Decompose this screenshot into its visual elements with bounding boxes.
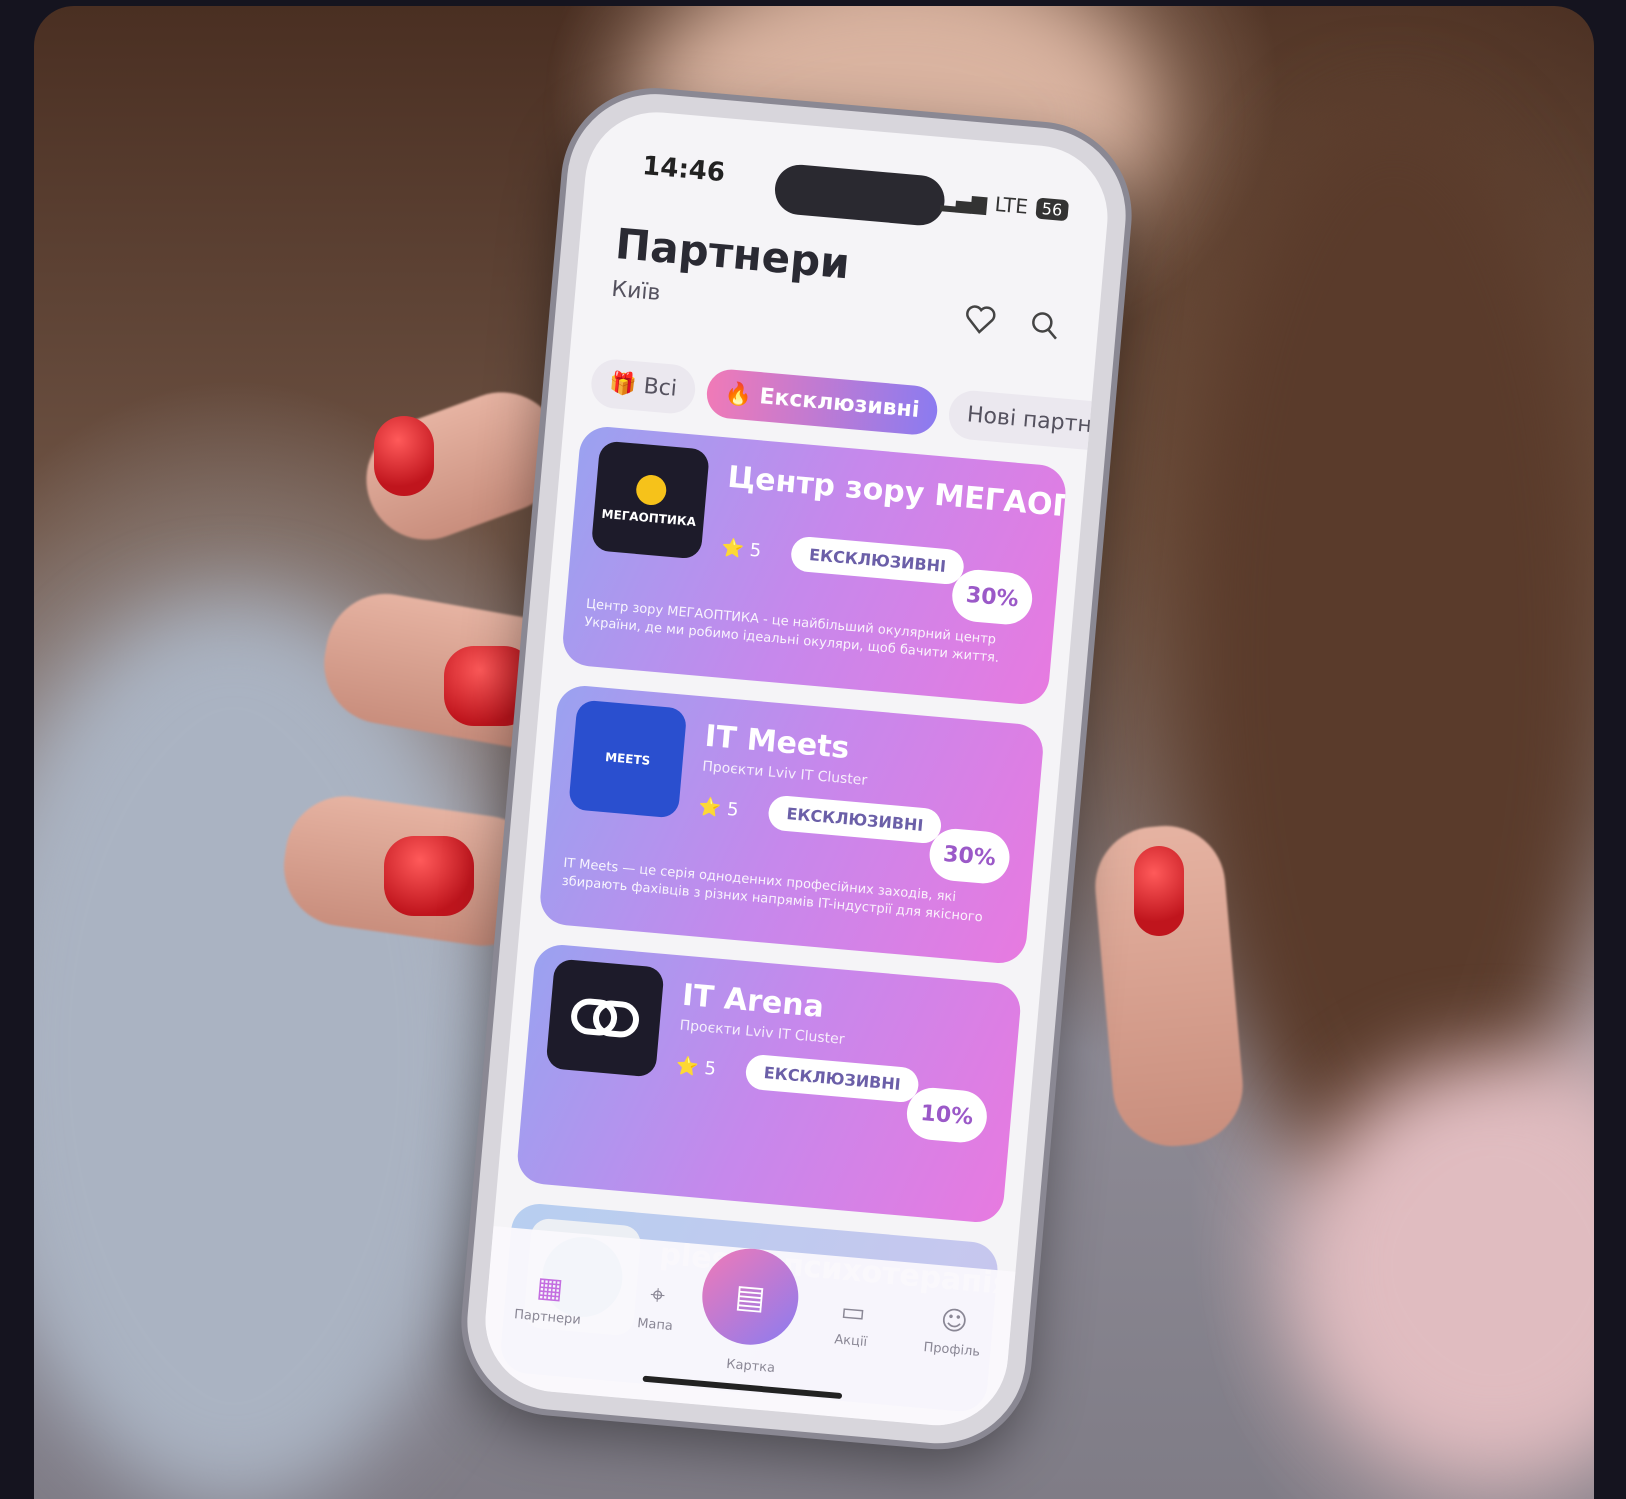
grid-icon: ▦ [535,1270,565,1306]
partner-logo: МЕГАОПТИКА [590,440,710,560]
city-selector[interactable]: Київ [610,277,661,306]
hair-blur [1184,106,1594,1206]
phone-screen: 14:46 ▂▄▆ LTE 56 Партнери Київ 🎁 Всі 🔥 Е… [479,106,1114,1432]
nav-offers[interactable]: ▭ Акції [834,1296,871,1350]
user-icon: ☺ [939,1305,970,1338]
partner-card[interactable]: MEETS IT Meets Проєкти Lviv IT Cluster ⭐… [538,683,1046,966]
partner-name: IT Meets [703,718,851,767]
page-title: Партнери [613,219,852,289]
nav-partners[interactable]: ▦ Партнери [514,1268,585,1328]
partner-name: Центр зору МЕГАОПТИ... [726,459,1068,533]
partner-logo: MEETS [568,699,688,819]
partner-card[interactable]: МЕГАОПТИКА Центр зору МЕГАОПТИ... ⭐ 5 ЕКС… [560,424,1068,707]
gift-icon: 🎁 [608,371,638,399]
ticket-icon: ▭ [839,1296,867,1329]
exclusive-badge: ЕКСКЛЮЗИВНІ [789,535,966,586]
star-icon: ⭐ [675,1055,700,1079]
chain-icon [571,998,639,1038]
exclusive-badge: ЕКСКЛЮЗИВНІ [744,1053,921,1104]
map-pin-icon: ⌖ [648,1280,667,1312]
photo-background: 14:46 ▂▄▆ LTE 56 Партнери Київ 🎁 Всі 🔥 Е… [34,6,1594,1499]
discount-badge: 30% [950,567,1035,627]
nav-map[interactable]: ⌖ Мапа [637,1279,677,1334]
star-icon: ⭐ [720,537,745,561]
battery-icon: 56 [1035,197,1070,221]
partner-name: IT Arena [680,977,826,1025]
phone: 14:46 ▂▄▆ LTE 56 Партнери Київ 🎁 Всі 🔥 Е… [305,74,1222,1499]
tab-all[interactable]: 🎁 Всі [589,357,697,416]
nav-profile[interactable]: ☺ Профіль [923,1304,984,1359]
partner-logo [545,958,665,1078]
discount-badge: 10% [904,1085,989,1145]
rating: ⭐ 5 [675,1055,717,1080]
star-icon: ⭐ [697,796,723,820]
network-label: LTE [993,191,1030,219]
status-time: 14:46 [641,151,727,189]
fire-icon: 🔥 [723,381,754,409]
rating: ⭐ 5 [697,796,740,821]
signal-icon: ▂▄▆ [939,187,988,216]
home-indicator [642,1375,843,1400]
phone-body: 14:46 ▂▄▆ LTE 56 Партнери Київ 🎁 Всі 🔥 Е… [460,86,1133,1451]
heart-icon[interactable] [961,300,1000,339]
status-indicators: ▂▄▆ LTE 56 [939,187,1070,222]
sun-icon [634,473,668,507]
search-icon[interactable] [1025,305,1064,344]
exclusive-badge: ЕКСКЛЮЗИВНІ [767,794,943,845]
rating: ⭐ 5 [720,537,763,562]
card-button[interactable]: ▤ [698,1244,803,1349]
partner-card[interactable]: IT Arena Проєкти Lviv IT Cluster ⭐ 5 ЕКСК… [515,942,1023,1225]
card-icon: ▤ [733,1276,768,1317]
dynamic-island [772,162,947,228]
tab-exclusive[interactable]: 🔥 Ексклюзивні [704,367,940,437]
discount-badge: 30% [927,826,1012,886]
tab-new-partners[interactable]: Нові партнери [947,388,1114,456]
